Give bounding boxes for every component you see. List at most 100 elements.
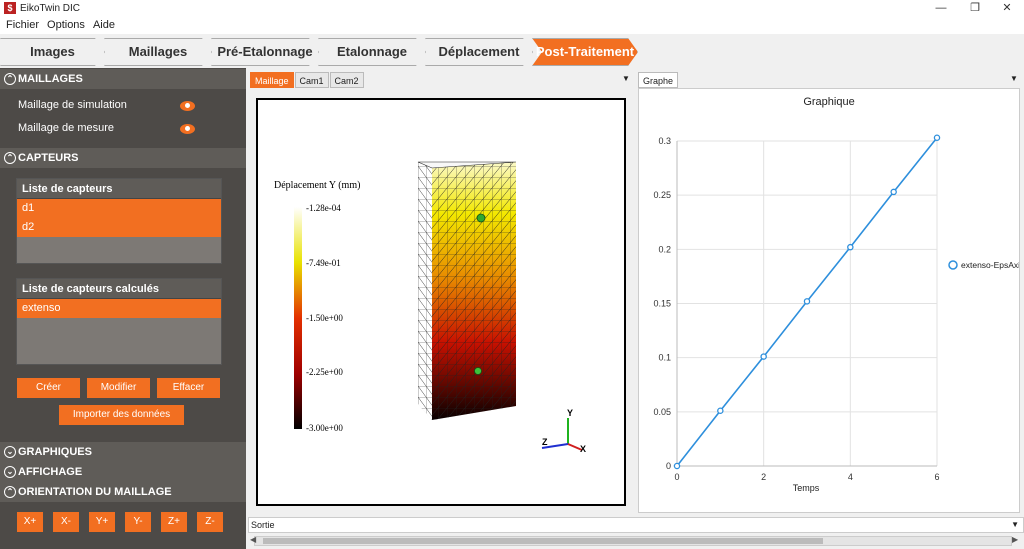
step-maillages[interactable]: Maillages bbox=[104, 38, 212, 66]
mesh-viewer-panel: Maillage Cam1 Cam2 ▼ Déplacement Y (mm) … bbox=[248, 68, 632, 515]
colorbar-tick: -7.49e-01 bbox=[306, 258, 341, 268]
output-dock: Sortie ▼ ◀ ▶ bbox=[248, 517, 1024, 549]
y-tick-label: 0 bbox=[666, 461, 671, 471]
list-item[interactable]: d2 bbox=[17, 218, 221, 237]
viewer-tabs: Maillage Cam1 Cam2 bbox=[250, 72, 365, 88]
section-affichage[interactable]: ⌄ AFFICHAGE bbox=[0, 462, 246, 482]
output-title-bar: Sortie ▼ bbox=[248, 517, 1024, 533]
y-tick-label: 0.15 bbox=[653, 299, 671, 309]
panel-menu-icon[interactable]: ▼ bbox=[622, 74, 630, 83]
axis-z-label: Z bbox=[542, 437, 548, 447]
y-tick-label: 0.2 bbox=[658, 244, 671, 254]
mesh-side-grid bbox=[418, 162, 432, 420]
capteurs-calc-list: Liste de capteurs calculés extenso bbox=[16, 278, 222, 365]
delete-button[interactable]: Effacer bbox=[157, 378, 220, 398]
output-menu-icon[interactable]: ▼ bbox=[1011, 518, 1019, 532]
close-icon[interactable]: ✕ bbox=[990, 0, 1024, 16]
sensor-d2-marker[interactable] bbox=[474, 367, 482, 375]
chart-xlabel: Temps bbox=[793, 483, 820, 493]
tab-maillage[interactable]: Maillage bbox=[250, 72, 294, 88]
menu-bar: Fichier Options Aide bbox=[0, 16, 1024, 34]
section-graphiques-title: GRAPHIQUES bbox=[18, 446, 92, 458]
menu-aide[interactable]: Aide bbox=[93, 19, 115, 31]
window-title: EikoTwin DIC bbox=[20, 2, 81, 14]
modify-button[interactable]: Modifier bbox=[87, 378, 150, 398]
mesh-3d-view[interactable]: Déplacement Y (mm) -1.28e-04 -7.49e-01 -… bbox=[256, 98, 626, 506]
orient-zminus-button[interactable]: Z- bbox=[197, 512, 223, 532]
y-tick-label: 0.05 bbox=[653, 407, 671, 417]
mesh-front-grid bbox=[432, 162, 516, 420]
graph-panel: Graphe ▼ Graphique Temps 0 0.05 0.1 0.15 0.2… bbox=[636, 68, 1024, 515]
x-tick-label: 0 bbox=[674, 472, 679, 482]
capteurs-list: Liste de capteurs d1 d2 bbox=[16, 178, 222, 264]
maillage-mesure-label: Maillage de mesure bbox=[18, 122, 114, 134]
step-images[interactable]: Images bbox=[0, 38, 105, 66]
orient-xplus-button[interactable]: X+ bbox=[17, 512, 43, 532]
step-pre-etalonnage[interactable]: Pré-Etalonnage bbox=[211, 38, 319, 66]
x-tick-label: 2 bbox=[761, 472, 766, 482]
menu-fichier[interactable]: Fichier bbox=[6, 19, 39, 31]
section-orientation-title: ORIENTATION DU MAILLAGE bbox=[18, 486, 172, 498]
horizontal-scrollbar[interactable] bbox=[254, 536, 1012, 546]
y-tick-label: 0.1 bbox=[658, 353, 671, 363]
legend-marker bbox=[948, 260, 958, 270]
data-point bbox=[717, 407, 724, 414]
chevron-up-icon: ⌃ bbox=[4, 486, 16, 498]
eye-icon[interactable] bbox=[180, 101, 195, 111]
section-capteurs-title: CAPTEURS bbox=[18, 152, 79, 164]
chart-area: Graphique Temps 0 0.05 0.1 0.15 0.2 0.25 0.3 0 2… bbox=[638, 88, 1024, 513]
section-maillages-title: MAILLAGES bbox=[18, 73, 83, 85]
axis-y-label: Y bbox=[567, 408, 573, 418]
orient-yminus-button[interactable]: Y- bbox=[125, 512, 151, 532]
orient-yplus-button[interactable]: Y+ bbox=[89, 512, 115, 532]
maillage-simulation-label: Maillage de simulation bbox=[18, 99, 127, 111]
restore-icon[interactable]: ❐ bbox=[958, 0, 992, 16]
mesh-render: Déplacement Y (mm) -1.28e-04 -7.49e-01 -… bbox=[274, 161, 586, 454]
scroll-right-icon[interactable]: ▶ bbox=[1012, 535, 1018, 544]
data-point bbox=[890, 188, 897, 196]
step-post-traitement[interactable]: Post-Traitement bbox=[532, 38, 638, 66]
tab-cam1[interactable]: Cam1 bbox=[294, 72, 329, 88]
tab-graphe[interactable]: Graphe bbox=[638, 72, 679, 88]
data-point bbox=[673, 462, 681, 470]
graph-tabs: Graphe bbox=[638, 72, 679, 88]
chevron-up-icon: ⌃ bbox=[4, 73, 16, 85]
scroll-left-icon[interactable]: ◀ bbox=[250, 535, 256, 544]
orient-xminus-button[interactable]: X- bbox=[53, 512, 79, 532]
chevron-down-icon: ⌄ bbox=[4, 466, 16, 478]
minimize-icon[interactable]: — bbox=[924, 0, 958, 16]
workflow-stepbar: Images Maillages Pré-Etalonnage Etalonna… bbox=[0, 36, 1024, 68]
colorbar-tick: -1.50e+00 bbox=[306, 313, 343, 323]
y-tick-label: 0.3 bbox=[658, 136, 671, 146]
step-deplacement[interactable]: Déplacement bbox=[425, 38, 533, 66]
section-orientation[interactable]: ⌃ ORIENTATION DU MAILLAGE bbox=[0, 482, 246, 502]
capteurs-calc-list-title: Liste de capteurs calculés bbox=[17, 279, 221, 299]
panel-menu-icon[interactable]: ▼ bbox=[1010, 74, 1018, 83]
x-tick-label: 6 bbox=[934, 472, 939, 482]
colorbar-title: Déplacement Y (mm) bbox=[274, 180, 360, 191]
import-data-button[interactable]: Importer des données bbox=[59, 405, 184, 425]
step-etalonnage[interactable]: Etalonnage bbox=[318, 38, 426, 66]
eye-icon[interactable] bbox=[180, 124, 195, 134]
list-item[interactable]: extenso bbox=[17, 299, 221, 318]
colorbar-tick: -3.00e+00 bbox=[306, 423, 343, 433]
data-point bbox=[760, 353, 767, 360]
x-tick-label: 4 bbox=[848, 472, 853, 482]
sidebar: ⌃ MAILLAGES Maillage de simulation Maill… bbox=[0, 68, 246, 549]
title-bar: $ EikoTwin DIC — ❐ ✕ bbox=[0, 0, 1024, 16]
sensor-d1-marker[interactable] bbox=[476, 213, 486, 223]
list-item[interactable]: d1 bbox=[17, 199, 221, 218]
section-graphiques[interactable]: ⌄ GRAPHIQUES bbox=[0, 442, 246, 462]
tab-cam2[interactable]: Cam2 bbox=[329, 72, 364, 88]
output-title: Sortie bbox=[251, 520, 275, 530]
scrollbar-thumb[interactable] bbox=[263, 538, 823, 544]
menu-options[interactable]: Options bbox=[47, 19, 85, 31]
orient-zplus-button[interactable]: Z+ bbox=[161, 512, 187, 532]
create-button[interactable]: Créer bbox=[17, 378, 80, 398]
capteurs-list-title: Liste de capteurs bbox=[17, 179, 221, 199]
axis-x-label: X bbox=[580, 444, 586, 454]
colorbar bbox=[294, 207, 302, 429]
section-maillages[interactable]: ⌃ MAILLAGES bbox=[0, 69, 246, 89]
chart-title: Graphique bbox=[803, 96, 854, 108]
section-capteurs[interactable]: ⌃ CAPTEURS bbox=[0, 148, 246, 168]
